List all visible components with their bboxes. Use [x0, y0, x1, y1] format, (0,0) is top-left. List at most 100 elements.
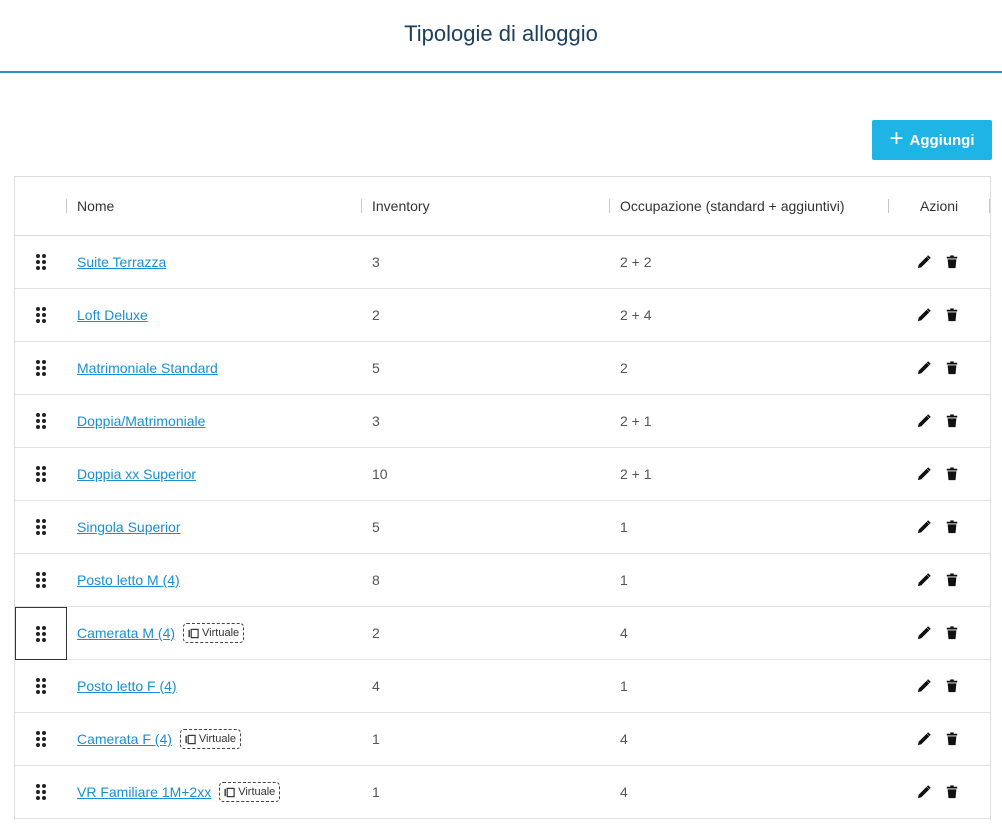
drag-handle-icon: [36, 572, 46, 588]
column-separator: [361, 199, 362, 213]
room-type-link[interactable]: Loft Deluxe: [77, 307, 148, 323]
inventory-value: 3: [372, 254, 380, 270]
occupancy-value: 1: [620, 678, 628, 694]
pencil-icon: [917, 467, 931, 481]
pencil-icon: [917, 626, 931, 640]
edit-button[interactable]: [917, 732, 931, 746]
occupancy-value: 2 + 1: [620, 466, 652, 482]
edit-button[interactable]: [917, 414, 931, 428]
table-row: Loft Deluxe 2 2 + 4: [15, 289, 990, 342]
delete-button[interactable]: [945, 308, 959, 322]
edit-button[interactable]: [917, 308, 931, 322]
drag-handle[interactable]: [15, 554, 67, 606]
trash-icon: [946, 626, 958, 640]
column-header-name[interactable]: Nome: [77, 177, 114, 235]
name-cell: Camerata M (4) Virtuale: [77, 607, 245, 659]
plus-icon: +: [889, 125, 904, 152]
trash-icon: [946, 573, 958, 587]
room-type-link[interactable]: Doppia xx Superior: [77, 466, 196, 482]
column-header-inventory[interactable]: Inventory: [372, 177, 430, 235]
drag-handle-icon: [36, 731, 46, 747]
drag-handle-icon: [36, 678, 46, 694]
room-type-link[interactable]: Posto letto M (4): [77, 572, 180, 588]
edit-button[interactable]: [917, 361, 931, 375]
inventory-value: 1: [372, 784, 380, 800]
virtual-badge: Virtuale: [179, 729, 242, 749]
delete-button[interactable]: [945, 414, 959, 428]
actions-cell: [917, 766, 959, 818]
room-type-link[interactable]: Camerata M (4): [77, 625, 175, 641]
delete-button[interactable]: [945, 679, 959, 693]
edit-button[interactable]: [917, 626, 931, 640]
name-cell: Posto letto F (4): [77, 660, 177, 712]
delete-button[interactable]: [945, 626, 959, 640]
edit-button[interactable]: [917, 679, 931, 693]
edit-button[interactable]: [917, 573, 931, 587]
column-header-occupancy[interactable]: Occupazione (standard + aggiuntivi): [620, 177, 845, 235]
inventory-value: 1: [372, 731, 380, 747]
occupancy-value: 2 + 2: [620, 254, 652, 270]
delete-button[interactable]: [945, 467, 959, 481]
trash-icon: [946, 467, 958, 481]
add-button[interactable]: + Aggiungi: [872, 120, 992, 160]
virtual-badge-label: Virtuale: [198, 733, 237, 745]
name-cell: Camerata F (4) Virtuale: [77, 713, 242, 765]
delete-button[interactable]: [945, 785, 959, 799]
delete-button[interactable]: [945, 255, 959, 269]
room-type-link[interactable]: Doppia/Matrimoniale: [77, 413, 205, 429]
inventory-value: 2: [372, 625, 380, 641]
drag-handle[interactable]: [15, 448, 67, 500]
room-type-link[interactable]: Suite Terrazza: [77, 254, 166, 270]
virtual-badge: Virtuale: [219, 782, 281, 802]
pencil-icon: [917, 414, 931, 428]
drag-handle[interactable]: [15, 607, 67, 660]
room-type-link[interactable]: Singola Superior: [77, 519, 181, 535]
drag-handle[interactable]: [15, 236, 67, 288]
drag-handle[interactable]: [15, 342, 67, 394]
room-type-link[interactable]: Posto letto F (4): [77, 678, 177, 694]
drag-handle[interactable]: [15, 501, 67, 553]
name-cell: Doppia/Matrimoniale: [77, 395, 205, 447]
inventory-value: 2: [372, 307, 380, 323]
actions-cell: [917, 395, 959, 447]
pencil-icon: [917, 308, 931, 322]
occupancy-value: 2: [620, 360, 628, 376]
table-row: Posto letto M (4) 8 1: [15, 554, 990, 607]
delete-button[interactable]: [945, 573, 959, 587]
drag-handle[interactable]: [15, 766, 67, 818]
delete-button[interactable]: [945, 520, 959, 534]
actions-cell: [917, 289, 959, 341]
edit-button[interactable]: [917, 785, 931, 799]
inventory-value: 4: [372, 678, 380, 694]
drag-handle[interactable]: [15, 660, 67, 712]
name-cell: Posto letto M (4): [77, 554, 180, 606]
inventory-value: 10: [372, 466, 388, 482]
drag-handle[interactable]: [15, 395, 67, 447]
trash-icon: [946, 308, 958, 322]
actions-cell: [917, 448, 959, 500]
actions-cell: [917, 236, 959, 288]
table-row: Doppia/Matrimoniale 3 2 + 1: [15, 395, 990, 448]
drag-handle[interactable]: [15, 289, 67, 341]
edit-button[interactable]: [917, 467, 931, 481]
inventory-value: 5: [372, 360, 380, 376]
virtual-room-icon: [185, 734, 196, 744]
page-header: Tipologie di alloggio: [0, 0, 1002, 73]
trash-icon: [946, 361, 958, 375]
delete-button[interactable]: [945, 361, 959, 375]
edit-button[interactable]: [917, 255, 931, 269]
drag-handle[interactable]: [15, 713, 67, 765]
edit-button[interactable]: [917, 520, 931, 534]
room-type-link[interactable]: Matrimoniale Standard: [77, 360, 218, 376]
virtual-badge-label: Virtuale: [238, 786, 276, 798]
occupancy-value: 2 + 1: [620, 413, 652, 429]
table-header: Nome Inventory Occupazione (standard + a…: [15, 177, 990, 236]
trash-icon: [946, 679, 958, 693]
pencil-icon: [917, 679, 931, 693]
inventory-value: 3: [372, 413, 380, 429]
room-type-link[interactable]: Camerata F (4): [77, 731, 172, 747]
room-type-link[interactable]: VR Familiare 1M+2xx: [77, 784, 211, 800]
column-separator: [989, 199, 990, 213]
delete-button[interactable]: [945, 732, 959, 746]
trash-icon: [946, 785, 958, 799]
